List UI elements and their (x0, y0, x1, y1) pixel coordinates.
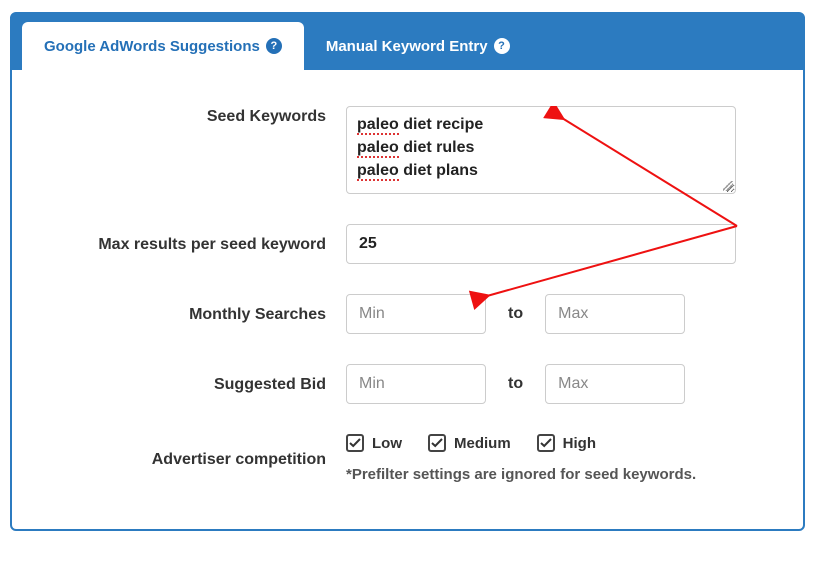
seed-keywords-label: Seed Keywords (56, 106, 346, 126)
tab-label: Manual Keyword Entry (326, 38, 488, 55)
competition-low-label: Low (372, 435, 402, 452)
suggested-bid-label: Suggested Bid (56, 374, 346, 394)
max-results-label: Max results per seed keyword (56, 234, 346, 254)
prefilter-note: *Prefilter settings are ignored for seed… (346, 466, 759, 483)
monthly-max-input[interactable] (545, 294, 685, 334)
seed-keyword-line: paleo diet rules (357, 136, 725, 159)
tab-adwords-suggestions[interactable]: Google AdWords Suggestions ? (22, 22, 304, 70)
seed-keyword-line: paleo diet plans (357, 159, 725, 182)
range-separator: to (508, 375, 523, 393)
bid-min-input[interactable] (346, 364, 486, 404)
competition-medium-checkbox[interactable] (428, 434, 446, 452)
form-content: Seed Keywords paleo diet recipepaleo die… (12, 70, 803, 529)
check-icon (431, 437, 443, 449)
competition-label: Advertiser competition (56, 449, 346, 469)
range-separator: to (508, 305, 523, 323)
monthly-min-input[interactable] (346, 294, 486, 334)
seed-keywords-input[interactable]: paleo diet recipepaleo diet rulespaleo d… (346, 106, 736, 194)
competition-high-checkbox[interactable] (537, 434, 555, 452)
check-icon (349, 437, 361, 449)
tab-manual-entry[interactable]: Manual Keyword Entry ? (304, 22, 532, 70)
check-icon (540, 437, 552, 449)
competition-medium-label: Medium (454, 435, 511, 452)
keyword-panel: Google AdWords Suggestions ? Manual Keyw… (10, 12, 805, 531)
competition-checkboxes: Low Medium High (346, 434, 759, 452)
bid-max-input[interactable] (545, 364, 685, 404)
suggested-bid-range: to (346, 364, 759, 404)
monthly-searches-range: to (346, 294, 759, 334)
help-icon[interactable]: ? (266, 38, 282, 54)
seed-keyword-line: paleo diet recipe (357, 113, 725, 136)
max-results-input[interactable] (346, 224, 736, 264)
monthly-searches-label: Monthly Searches (56, 304, 346, 324)
competition-low-checkbox[interactable] (346, 434, 364, 452)
help-icon[interactable]: ? (494, 38, 510, 54)
tab-bar: Google AdWords Suggestions ? Manual Keyw… (12, 14, 803, 70)
competition-high-label: High (563, 435, 596, 452)
tab-label: Google AdWords Suggestions (44, 38, 260, 55)
